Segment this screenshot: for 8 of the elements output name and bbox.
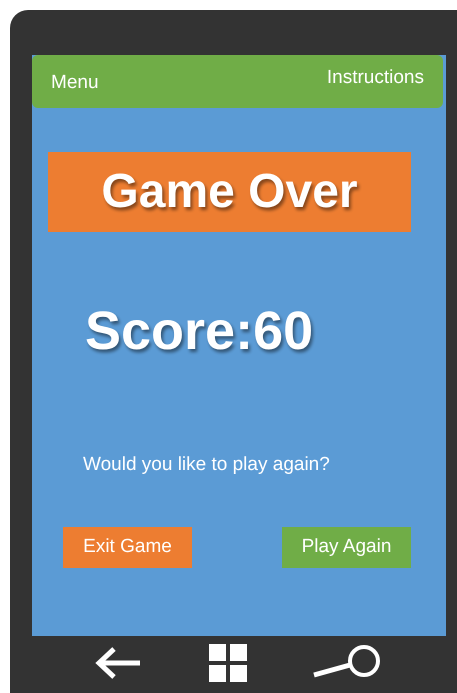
grid-icon[interactable] (208, 644, 247, 682)
score-text: Score:60 (85, 304, 314, 358)
game-over-title: Game Over (48, 152, 411, 232)
game-button[interactable]: Play Again (282, 526, 411, 568)
play-again-prompt: Would you like to play again? (83, 453, 330, 477)
game-button[interactable]: Exit Game (63, 526, 192, 568)
instructions-link[interactable]: Instructions (326, 64, 424, 99)
menu-link[interactable]: Menu (51, 66, 99, 98)
